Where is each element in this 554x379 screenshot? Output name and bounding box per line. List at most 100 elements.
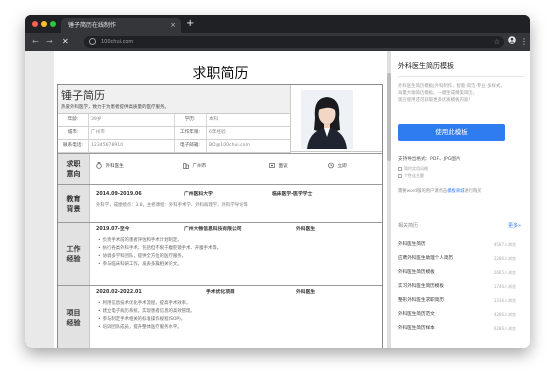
education-detail: 外科学，成绩绩点：3.8，主修课程：外科手术学、外科病理学、外科学导论等 [96,203,248,208]
page-content: 求职简历 锤子简历 热爱外科医学，致力于为患者提供高质量的医疗服务。 年龄: 3… [25,51,530,348]
browser-tab[interactable]: 锤子简历在线制作 × [61,18,181,33]
profile-photo [301,90,353,149]
template-title: 外科医生简历模板 [398,62,454,70]
stop-loading-icon[interactable]: ✕ [62,36,69,48]
tab-close-icon[interactable]: × [170,18,176,33]
education-label: 教育背景 [58,185,90,222]
info-value: 本科 [209,117,219,122]
template-description: 现在使用还可获取更多优质模板内容！ [398,98,473,103]
related-item[interactable]: 外科医生简历范文 4286人浏览 [398,311,516,321]
related-header: 相关简历 [398,223,419,229]
info-value: 39岁 [91,117,102,122]
work-bullet: 执行各类外科手术，包括但不限于腹腔镜手术、开腹手术等。 [98,245,222,252]
project-period: 2020.02-2022.01 [96,290,142,295]
info-row: 年龄: 39岁 学历: 本科 [58,114,291,127]
project-bullet: 建立电子病历系统，实现患者信息的高效管理。 [98,308,195,315]
maximize-window-button[interactable] [50,21,56,27]
info-label: 工作年限: [180,130,200,135]
work-bullet: 参与临床科研工作，发表多篇相关论文。 [98,261,182,268]
use-template-button[interactable]: 使用此模板 [398,124,505,141]
project-name: 手术优化项目 [206,290,235,295]
address-url: 100chui.com [101,39,134,45]
photo-cell [291,85,382,152]
job-icon [96,162,102,169]
template-sidebar: 外科医生简历模板 外科医生简历模板|外科制作，智能·简洁·专业·多样式， 海量大… [391,51,530,348]
info-row: 城市: 广州市 工作年限: 6年经验 [58,127,291,140]
info-value: 6年经验 [209,130,226,135]
info-value: BD@100chui.com [209,143,250,148]
clock-icon [328,162,334,169]
intent-availability: 立即 [328,162,347,171]
tab-title: 锤子简历在线制作 [68,22,117,29]
intent-section: 求职意向 外科医生 广州市 面议 立即 [58,153,382,184]
template-description: 海量大咖简历模板。一键生成精美简历， [398,91,478,96]
resume-header: 锤子简历 热爱外科医学，致力于为患者提供高质量的医疗服务。 [58,85,291,114]
divider [398,76,524,77]
info-label: 年龄: [67,117,79,122]
tab-strip: 锤子简历在线制作 × + [25,15,530,33]
resume-tagline: 热爱外科医学，致力于为患者提供高质量的医疗服务。 [61,105,169,110]
education-period: 2014.09-2019.06 [96,192,142,197]
work-bullet: 负责手术前的患者评估和手术计划制定。 [98,237,182,244]
browser-window: 锤子简历在线制作 × + ← → ✕ 100chui.com ☆ ⋮ 求职简历 … [25,15,530,348]
intent-salary: 面议 [269,162,288,171]
info-row: 联系电话: 12345678910 电子邮箱: BD@100chui.com [58,140,291,153]
intent-label: 求职意向 [58,154,90,184]
related-item[interactable]: 外科医生简历样本 6286人浏览 [398,325,516,335]
template-mall-link[interactable]: 模板商城 [447,189,464,194]
info-value: 广州市 [91,130,105,135]
work-label: 工作经验 [58,223,90,285]
project-bullet: 利用信息技术优化手术流程，提高手术效率。 [98,300,191,307]
info-label: 城市: [67,130,79,135]
project-section: 项目经验 2020.02-2022.01 手术优化项目 外科医生 利用信息技术优… [58,285,382,348]
education-school: 广州医科大学 [184,192,213,197]
related-item[interactable]: 整形外科医生求职简历 1336人浏览 [398,297,516,307]
export-formats: 支持导出格式：PDF、JPG图片 [398,157,461,162]
resume-frame: 锤子简历 热爱外科医学，致力于为患者提供高质量的医疗服务。 年龄: 39岁 学历… [57,84,383,348]
info-label: 电子邮箱: [180,143,200,148]
related-item[interactable]: 实习外科医生简历模板 1746人浏览 [398,283,516,293]
work-section: 工作经验 2019.07-至今 广州大畅信息科技有限公司 外科医生 负责手术前的… [58,222,382,285]
project-bullet: 参与制定手术相关的标准操作规程(SOP)。 [98,316,186,323]
info-label: 联系电话: [63,143,83,148]
related-item[interactable]: 应聘外科医生助理个人简历 2286人浏览 [398,255,516,265]
address-bar[interactable]: 100chui.com ☆ [84,36,504,48]
education-section: 教育背景 2014.09-2019.06 广州医科大学 临床医学-医学学士 外科… [58,184,382,222]
profile-icon[interactable] [508,36,516,44]
info-value: 12345678910 [91,143,124,148]
resume-name: 锤子简历 [61,89,105,102]
project-role: 外科医生 [296,290,316,295]
browser-toolbar: ← → ✕ 100chui.com ☆ ⋮ [25,33,530,51]
work-bullet: 协调多学科团队，提供全方位的医疗服务。 [98,253,186,260]
related-item[interactable]: 外科医生简历模板 2665人浏览 [398,269,516,279]
bookmark-star-icon[interactable]: ☆ [494,36,500,48]
work-position: 外科医生 [296,227,316,232]
intent-city: 广州市 [183,162,206,171]
word-version-note: 需要word版的用户请点击模板商城进行购买 [398,189,482,194]
resume-title: 求职简历 [192,66,249,82]
city-icon [183,163,189,169]
project-label: 项目经验 [58,286,90,348]
related-more-link[interactable]: 更多» [508,222,521,229]
feature-item: 个性化主题 [398,172,424,179]
resume-preview: 求职简历 锤子简历 热爱外科医学，致力于为患者提供高质量的医疗服务。 年龄: 3… [54,51,387,348]
forward-arrow-icon[interactable]: → [46,36,53,48]
minimize-window-button[interactable] [41,21,47,27]
work-period: 2019.07-至今 [96,227,130,232]
checkbox-icon [398,167,402,171]
work-company: 广州大畅信息科技有限公司 [184,227,242,232]
project-bullet: 培训团队成员，提升整体医疗服务水平。 [98,324,182,331]
browser-menu-icon[interactable]: ⋮ [520,36,528,48]
close-window-button[interactable] [32,21,38,27]
template-description: 外科医生简历模板|外科制作，智能·简洁·专业·多样式， [398,84,505,89]
intent-job: 外科医生 [96,162,124,171]
salary-icon [269,163,275,168]
site-info-icon[interactable] [89,38,96,45]
info-label: 学历: [184,117,196,122]
new-tab-button[interactable]: + [186,17,194,31]
back-arrow-icon[interactable]: ← [32,36,39,48]
checkbox-icon [398,174,402,178]
education-major: 临床医学-医学学士 [272,192,313,197]
feature-item: 简约实用风格 [398,165,428,172]
related-item[interactable]: 外科医生简历 4587人浏览 [398,241,516,251]
